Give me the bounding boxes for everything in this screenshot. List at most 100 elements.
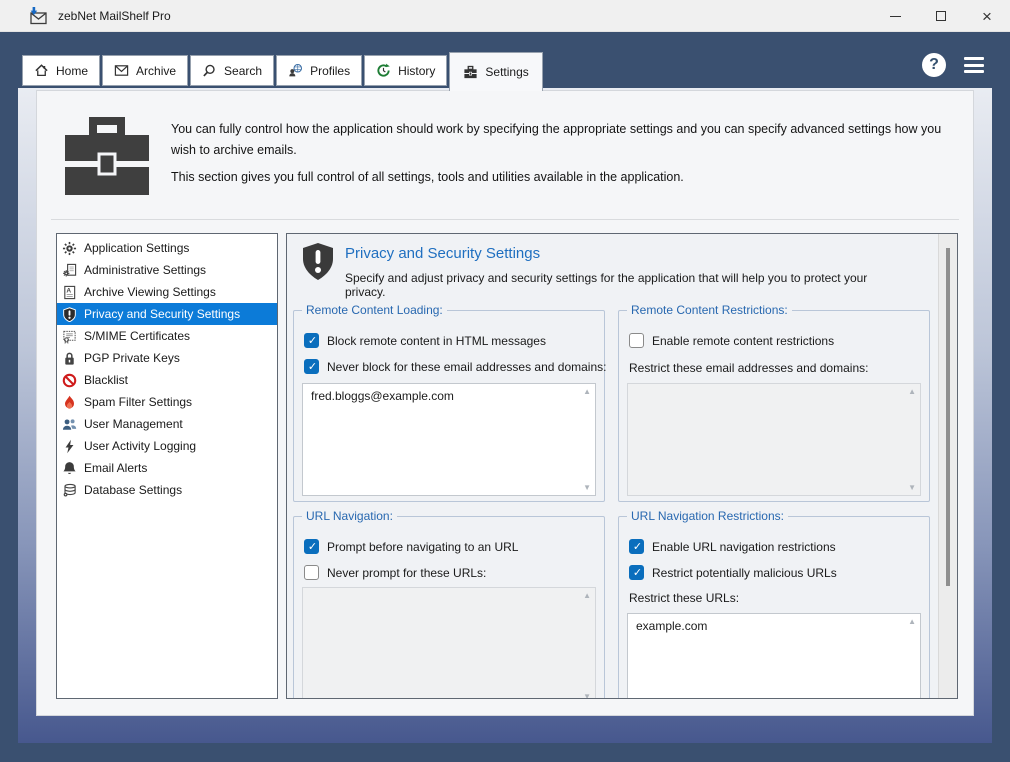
checkbox[interactable] — [629, 539, 645, 555]
tab-label: Home — [56, 63, 89, 78]
checkbox[interactable] — [304, 333, 320, 349]
sidebar-item-label: Spam Filter Settings — [84, 395, 193, 409]
padlock-icon — [61, 350, 78, 366]
history-icon — [377, 63, 390, 77]
content-card: You can fully control how the applicatio… — [36, 90, 974, 716]
search-icon — [203, 64, 215, 77]
sidebar-item-user-management[interactable]: User Management — [57, 413, 277, 435]
app-mail-icon — [30, 6, 47, 24]
sidebar-item-user-activity-logging[interactable]: User Activity Logging — [57, 435, 277, 457]
database-gear-icon — [61, 482, 78, 498]
tab-label: Search — [224, 63, 263, 78]
header-section-note: This section gives you full control of a… — [171, 170, 684, 184]
briefcase-icon — [65, 117, 149, 195]
envelope-icon — [114, 65, 129, 76]
settings-category-list: Application Settings Administrative Sett… — [56, 233, 278, 699]
checkbox-row[interactable]: Enable URL navigation restrictions — [629, 539, 836, 555]
restrict-urls-textarea[interactable]: example.com — [627, 613, 921, 698]
home-icon — [35, 64, 48, 77]
group-url-navigation-restrictions: URL Navigation Restrictions: Enable URL … — [618, 509, 930, 698]
sidebar-item-spam-filter-settings[interactable]: Spam Filter Settings — [57, 391, 277, 413]
sidebar-item-privacy-and-security-settings[interactable]: Privacy and Security Settings — [57, 303, 277, 325]
maximize-icon — [936, 11, 946, 21]
lightning-icon — [61, 438, 78, 454]
close-button[interactable]: × — [964, 0, 1010, 32]
sidebar-item-label: Email Alerts — [84, 461, 148, 475]
checkbox-row[interactable]: Prompt before navigating to an URL — [304, 539, 518, 555]
field-label: Restrict these email addresses and domai… — [629, 361, 869, 375]
tab-settings[interactable]: Settings — [449, 52, 543, 91]
checkbox-label: Enable URL navigation restrictions — [652, 539, 836, 554]
sidebar-item-label: Administrative Settings — [84, 263, 207, 277]
app-window: zebNet MailShelf Pro × Home Archive Sear… — [0, 0, 1010, 762]
close-icon: × — [982, 6, 992, 26]
checkbox-row[interactable]: Never block for these email addresses an… — [304, 359, 607, 375]
sidebar-item-label: Blacklist — [84, 373, 129, 387]
checkbox-label: Enable remote content restrictions — [652, 333, 835, 348]
sidebar-item-archive-viewing-settings[interactable]: A Archive Viewing Settings — [57, 281, 277, 303]
hamburger-menu-icon[interactable] — [964, 57, 984, 73]
checkbox[interactable] — [629, 333, 644, 348]
tab-profiles[interactable]: Profiles — [276, 55, 363, 86]
privacy-security-panel: Privacy and Security Settings Specify an… — [286, 233, 958, 699]
gear-document-icon — [61, 262, 78, 278]
tab-archive[interactable]: Archive — [102, 55, 189, 86]
panel-title: Privacy and Security Settings — [345, 245, 541, 262]
checkbox-row[interactable]: Enable remote content restrictions — [629, 333, 834, 348]
field-label: Restrict these URLs: — [629, 591, 740, 605]
never-block-addresses-textarea[interactable]: fred.bloggs@example.com — [302, 383, 596, 496]
sidebar-item-label: User Management — [84, 417, 183, 431]
help-icon[interactable] — [922, 53, 946, 77]
never-prompt-urls-textarea[interactable] — [302, 587, 596, 698]
group-remote-content-loading: Remote Content Loading: Block remote con… — [293, 303, 607, 502]
gear-icon — [61, 240, 78, 256]
sidebar-item-email-alerts[interactable]: Email Alerts — [57, 457, 277, 479]
sidebar-item-label: Database Settings — [84, 483, 183, 497]
panel-subtitle: Specify and adjust privacy and security … — [345, 271, 868, 299]
group-title: URL Navigation: — [302, 509, 397, 523]
tab-history[interactable]: History — [364, 55, 448, 86]
checkbox-row[interactable]: Block remote content in HTML messages — [304, 333, 546, 349]
checkbox-row[interactable]: Restrict potentially malicious URLs — [629, 565, 837, 581]
tab-label: Settings — [485, 65, 529, 79]
sidebar-item-smime-certificates[interactable]: S/MIME Certificates — [57, 325, 277, 347]
shield-exclamation-icon — [303, 243, 333, 280]
checkbox-row[interactable]: Never prompt for these URLs: — [304, 565, 486, 580]
checkbox[interactable] — [304, 565, 319, 580]
document-a-icon: A — [61, 284, 78, 300]
checkbox[interactable] — [304, 359, 320, 375]
sidebar-item-label: S/MIME Certificates — [84, 329, 191, 343]
checkbox-label: Never block for these email addresses an… — [327, 359, 607, 374]
sidebar-item-label: User Activity Logging — [84, 439, 197, 453]
sidebar-item-pgp-private-keys[interactable]: PGP Private Keys — [57, 347, 277, 369]
certificate-icon — [61, 328, 78, 344]
tab-search[interactable]: Search — [190, 55, 275, 86]
users-icon — [61, 416, 78, 432]
window-title: zebNet MailShelf Pro — [58, 8, 171, 23]
checkbox[interactable] — [304, 539, 320, 555]
profiles-globe-icon — [289, 63, 303, 77]
panel-scrollbar[interactable] — [938, 234, 957, 698]
tab-bar: Home Archive Search Profiles History Set… — [22, 32, 543, 91]
maximize-button[interactable] — [918, 0, 964, 32]
scrollbar-thumb[interactable] — [946, 248, 950, 586]
briefcase-icon — [464, 65, 478, 78]
titlebar: zebNet MailShelf Pro × — [0, 0, 1010, 32]
checkbox-label: Restrict potentially malicious URLs — [652, 565, 837, 580]
header-separator — [51, 219, 959, 220]
sidebar-item-blacklist[interactable]: Blacklist — [57, 369, 277, 391]
sidebar-item-application-settings[interactable]: Application Settings — [57, 237, 277, 259]
checkbox[interactable] — [629, 565, 645, 581]
tab-label: Profiles — [310, 63, 351, 78]
restrict-addresses-textarea[interactable] — [627, 383, 921, 496]
sidebar-item-label: PGP Private Keys — [84, 351, 180, 365]
tab-label: Archive — [136, 63, 177, 78]
sidebar-item-database-settings[interactable]: Database Settings — [57, 479, 277, 501]
tab-label: History — [398, 63, 436, 78]
sidebar-item-administrative-settings[interactable]: Administrative Settings — [57, 259, 277, 281]
minimize-button[interactable] — [872, 0, 918, 32]
group-remote-content-restrictions: Remote Content Restrictions: Enable remo… — [618, 303, 930, 502]
sidebar-item-label: Application Settings — [84, 241, 190, 255]
tab-home[interactable]: Home — [22, 55, 101, 86]
shield-exclamation-icon — [61, 306, 78, 322]
